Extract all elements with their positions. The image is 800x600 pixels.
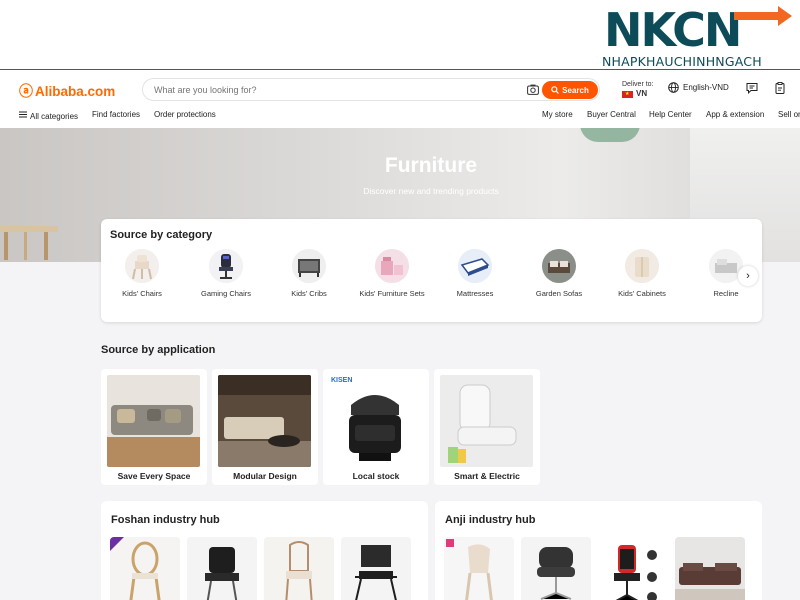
nav-my-store[interactable]: My store	[542, 110, 573, 119]
nav-all-categories[interactable]: All categories	[19, 110, 78, 121]
nav-app-extension[interactable]: App & extension	[706, 110, 764, 119]
alibaba-logo[interactable]: ⓐ Alibaba.com	[19, 81, 115, 101]
search-bar: Search	[142, 78, 600, 101]
category-image	[125, 249, 159, 283]
category-image	[542, 249, 576, 283]
category-label: Kids' Cabinets	[618, 289, 666, 298]
site-header: ⓐ Alibaba.com Search Deliver to: VN	[0, 70, 800, 128]
hub-product-image[interactable]	[444, 537, 514, 600]
globe-icon	[668, 82, 679, 93]
application-image: KISEN	[329, 375, 422, 467]
category-item[interactable]: Kids' Furniture Sets	[352, 249, 432, 299]
nav-find-factories[interactable]: Find factories	[92, 110, 140, 119]
category-item[interactable]: Mattresses	[435, 249, 515, 299]
category-title: Source by category	[110, 229, 213, 241]
hub-title: Foshan industry hub	[111, 514, 220, 526]
camera-search-icon[interactable]	[527, 84, 539, 95]
hero-stool-image	[0, 226, 58, 260]
watermark-logo: NKCN NHAPKHAUCHINHNGACH	[594, 3, 794, 69]
application-label: Local stock	[352, 471, 400, 481]
nav-buyer-central[interactable]: Buyer Central	[587, 110, 636, 119]
application-image	[218, 375, 311, 467]
hub-product-image[interactable]	[264, 537, 334, 600]
category-item[interactable]: Garden Sofas	[519, 249, 599, 299]
chevron-right-icon: ›	[746, 270, 750, 282]
vietnam-flag-icon	[622, 90, 633, 98]
application-title: Source by application	[101, 344, 216, 356]
category-image	[458, 249, 492, 283]
watermark-brand: NKCN	[604, 3, 742, 57]
category-label: Gaming Chairs	[200, 289, 252, 298]
industry-hub-card[interactable]: Foshan industry hub	[101, 501, 428, 600]
category-label: Kids' Chairs	[122, 289, 162, 298]
application-brand-mark: KISEN	[331, 377, 353, 384]
hub-product-image[interactable]	[675, 537, 745, 600]
language-selector[interactable]: English-VND	[668, 82, 729, 93]
category-item[interactable]: Kids' Chairs	[102, 249, 182, 299]
deliver-to[interactable]: Deliver to: VN	[622, 80, 654, 99]
category-card: Source by category Kids' Chairs Gaming C…	[101, 219, 762, 322]
category-image	[209, 249, 243, 283]
industry-hub-card[interactable]: Anji industry hub	[435, 501, 762, 600]
category-label: Mattresses	[456, 289, 494, 298]
category-label: Kids' Furniture Sets	[359, 289, 425, 298]
category-image	[375, 249, 409, 283]
search-icon	[551, 86, 560, 94]
application-label: Modular Design	[233, 471, 297, 481]
application-label: Save Every Space	[117, 471, 191, 481]
category-label: Recline	[713, 289, 739, 298]
hub-product-image[interactable]	[521, 537, 591, 600]
message-icon[interactable]	[746, 82, 758, 94]
application-card[interactable]: Modular Design	[212, 369, 318, 485]
alibaba-logo-icon: ⓐ	[19, 83, 33, 99]
category-item[interactable]: Kids' Cribs	[269, 249, 349, 299]
category-next-button[interactable]: ›	[738, 266, 758, 286]
nav-sell-on[interactable]: Sell on	[778, 110, 800, 119]
application-image	[107, 375, 200, 467]
language-label: English-VND	[683, 83, 729, 92]
menu-icon	[19, 111, 27, 118]
search-button[interactable]: Search	[542, 81, 598, 99]
hub-title: Anji industry hub	[445, 514, 536, 526]
application-image	[440, 375, 533, 467]
search-input[interactable]	[154, 84, 514, 95]
application-label: Smart & Electric	[454, 471, 520, 481]
application-card[interactable]: Save Every Space	[101, 369, 207, 485]
nav-all-categories-label: All categories	[30, 112, 79, 121]
logo-text: Alibaba.com	[35, 83, 116, 99]
category-label: Kids' Cribs	[291, 289, 327, 298]
deliver-label: Deliver to:	[622, 81, 654, 88]
deliver-country: VN	[636, 89, 648, 98]
category-item[interactable]: Gaming Chairs	[186, 249, 266, 299]
nav-help-center[interactable]: Help Center	[649, 110, 692, 119]
watermark-arrow-icon	[734, 6, 792, 26]
hub-product-image[interactable]	[341, 537, 411, 600]
category-image	[292, 249, 326, 283]
hero-plant-decoration	[580, 128, 640, 142]
nav-order-protections[interactable]: Order protections	[154, 110, 216, 119]
application-card[interactable]: KISEN Local stock	[323, 369, 429, 485]
nav-bar: All categories Find factories Order prot…	[0, 108, 800, 124]
search-button-label: Search	[562, 85, 589, 95]
hero-subtitle: Discover new and trending products	[363, 186, 499, 196]
orders-icon[interactable]	[774, 82, 786, 94]
page: NKCN NHAPKHAUCHINHNGACH ⓐ Alibaba.com Se…	[0, 0, 800, 600]
category-image	[625, 249, 659, 283]
hub-product-image[interactable]	[187, 537, 257, 600]
hub-product-image[interactable]	[110, 537, 180, 600]
hero-title: Furniture	[384, 154, 478, 177]
category-item[interactable]: Kids' Cabinets	[602, 249, 682, 299]
application-card[interactable]: Smart & Electric	[434, 369, 540, 485]
category-label: Garden Sofas	[535, 289, 583, 298]
hub-product-image[interactable]	[598, 537, 668, 600]
watermark-tagline: NHAPKHAUCHINHNGACH	[602, 54, 762, 69]
